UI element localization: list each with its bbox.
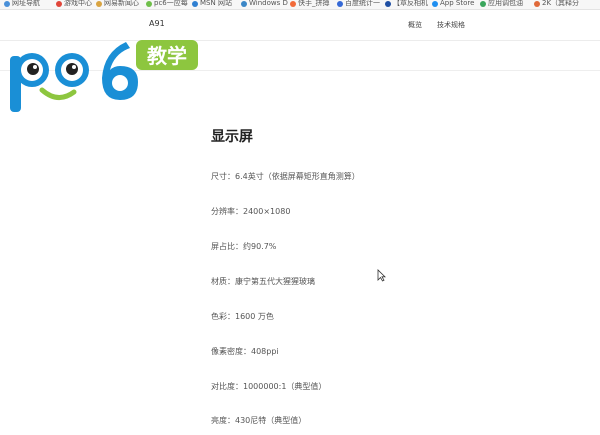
bookmark-item[interactable]: 网易新闻心 bbox=[96, 0, 139, 8]
nav-specs-link[interactable]: 技术规格 bbox=[437, 20, 465, 30]
spec-resolution: 分辨率：2400×1080 bbox=[211, 207, 291, 216]
bookmark-item[interactable]: 快手_拼搏 bbox=[290, 0, 330, 8]
bookmark-item[interactable]: Windows D bbox=[241, 0, 288, 8]
bookmarks-bar: 网址导航 游戏中心 网易新闻心 pc6一应每 MSN 网站 Windows D … bbox=[0, 0, 600, 10]
spec-contrast: 对比度：1000000:1（典型值） bbox=[211, 382, 327, 391]
globe-icon bbox=[4, 0, 10, 7]
spec-material: 材质：康宁第五代大猩猩玻璃 bbox=[211, 277, 315, 286]
bookmark-item[interactable]: 网址导航 bbox=[4, 0, 40, 8]
site-header: A91 概览 技术规格 bbox=[0, 10, 600, 41]
pc6-logo-graphic: 教学 bbox=[10, 40, 198, 112]
bookmark-item[interactable]: App Store bbox=[432, 0, 474, 8]
section-title: 显示屏 bbox=[211, 129, 253, 145]
bookmark-item[interactable]: pc6一应每 bbox=[146, 0, 188, 8]
baidu-icon bbox=[337, 0, 343, 7]
spec-brightness: 亮度：430尼特（典型值） bbox=[211, 416, 307, 425]
mouse-cursor-icon bbox=[377, 267, 386, 286]
product-model-name: A91 bbox=[149, 19, 165, 28]
app-store-icon bbox=[432, 0, 438, 7]
game-icon bbox=[56, 0, 62, 7]
bookmark-item[interactable]: MSN 网站 bbox=[192, 0, 232, 8]
spec-pixel-density: 像素密度：408ppi bbox=[211, 347, 279, 356]
logo-badge-text: 教学 bbox=[147, 44, 187, 68]
pc6-icon bbox=[146, 0, 152, 7]
nav-overview-link[interactable]: 概览 bbox=[408, 20, 422, 30]
app-icon bbox=[480, 0, 486, 7]
msn-icon bbox=[192, 0, 198, 7]
bookmark-icon bbox=[534, 0, 540, 7]
bookmark-item[interactable]: 2K（其释分 bbox=[534, 0, 579, 8]
spec-screen-ratio: 屏占比：约90.7% bbox=[211, 242, 277, 251]
bookmark-item[interactable]: 百度统计一 bbox=[337, 0, 380, 8]
camera-icon bbox=[385, 0, 391, 7]
bookmark-item[interactable]: 游戏中心 bbox=[56, 0, 92, 8]
news-icon bbox=[96, 0, 102, 7]
spec-color: 色彩：1600 万色 bbox=[211, 312, 274, 321]
kuaishou-icon bbox=[290, 0, 296, 7]
bookmark-item[interactable]: 应用调包油 bbox=[480, 0, 523, 8]
windows-icon bbox=[241, 0, 247, 7]
pc6-logo: 教学 bbox=[8, 38, 200, 122]
spec-size: 尺寸：6.4英寸（依据屏幕矩形直角测算） bbox=[211, 172, 360, 181]
bookmark-item[interactable]: 【章反相机 bbox=[385, 0, 428, 8]
